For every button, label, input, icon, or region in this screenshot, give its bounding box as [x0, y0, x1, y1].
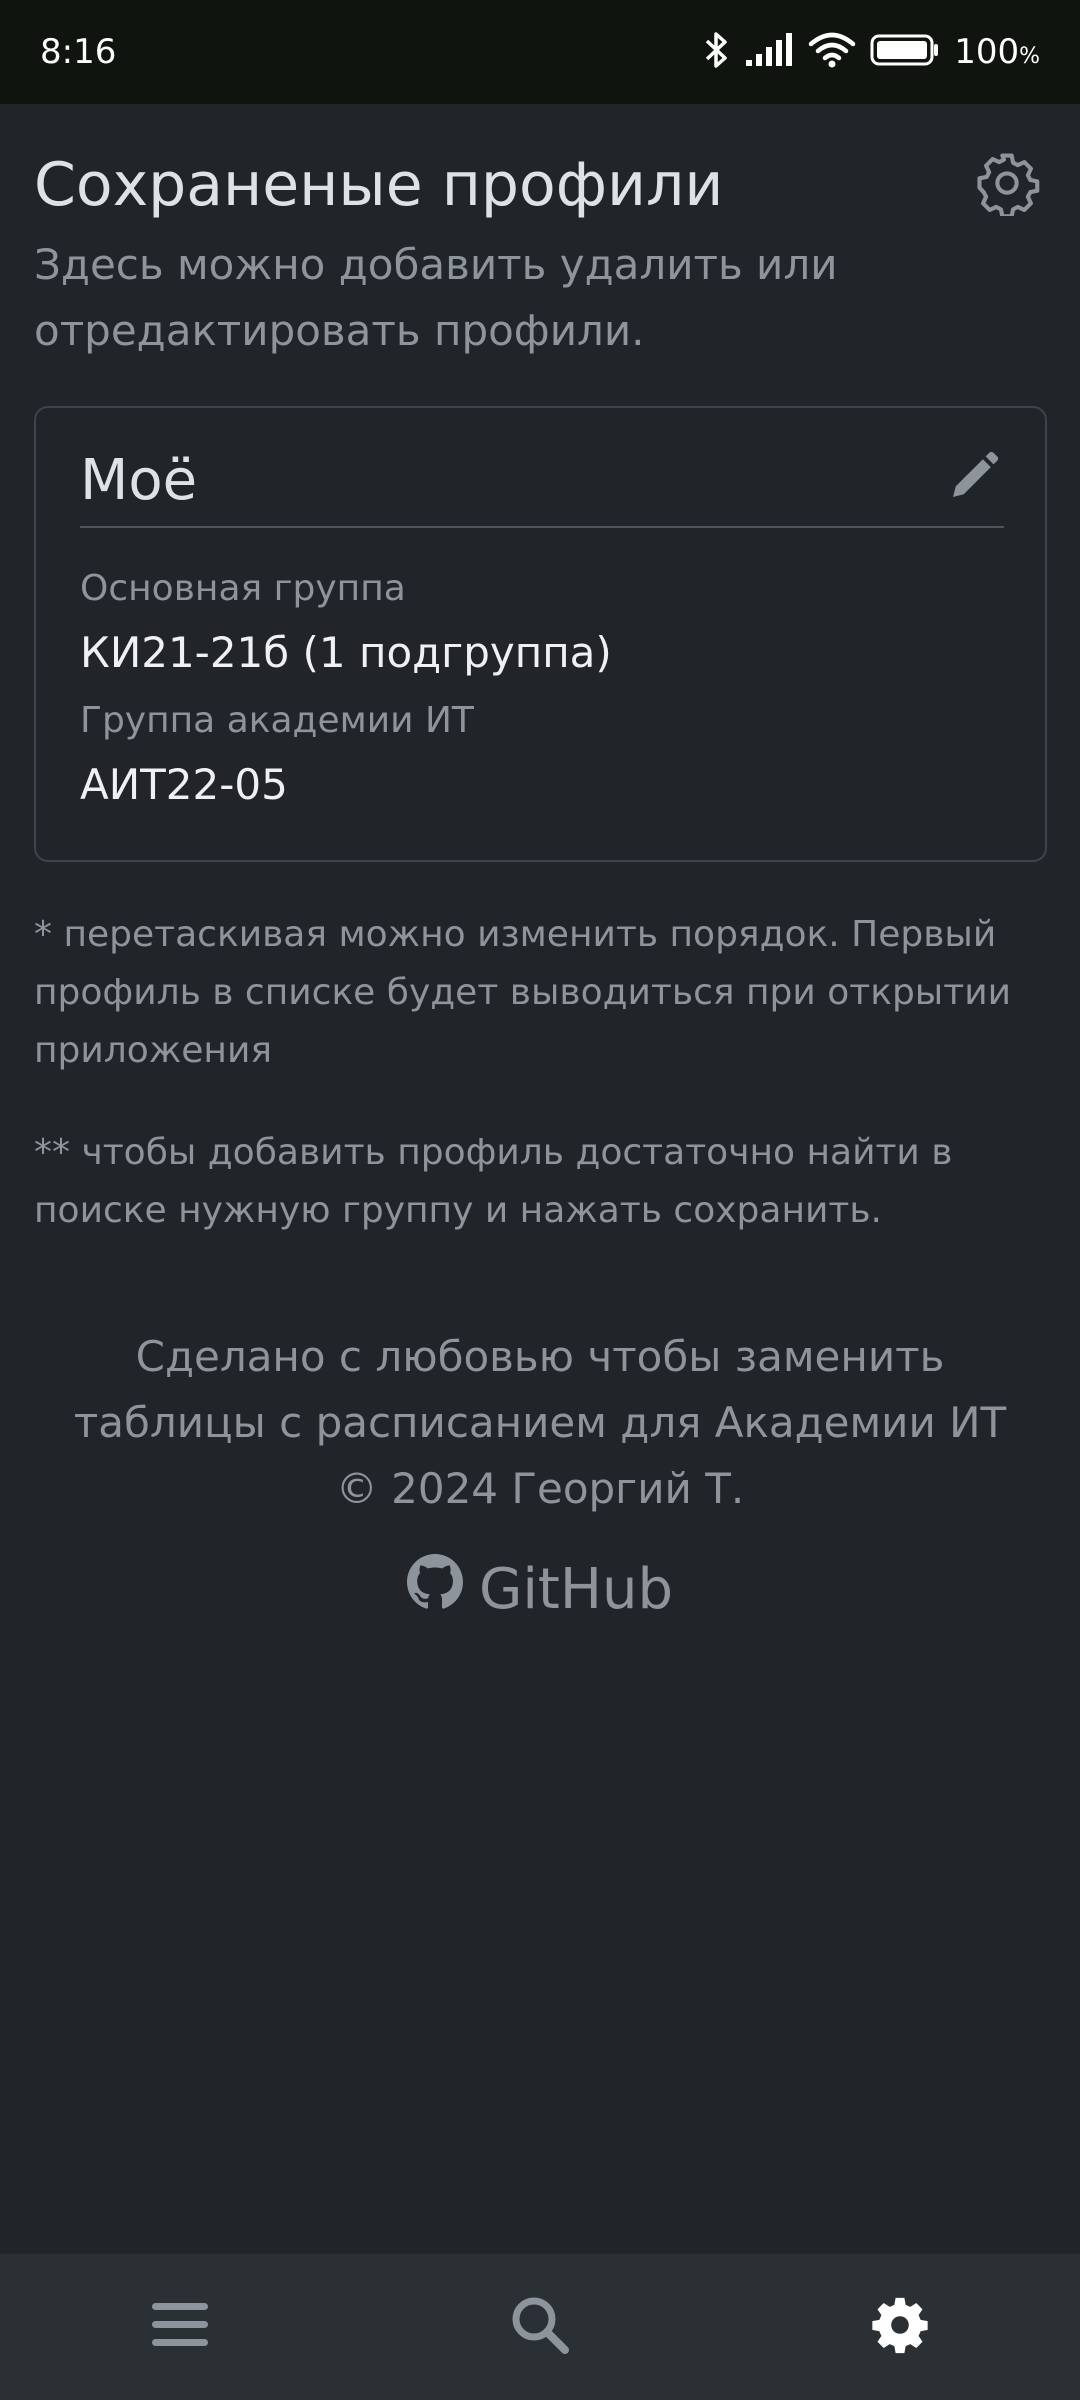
signal-icon [744, 32, 794, 72]
bluetooth-icon [704, 30, 730, 74]
main-group-value: КИ21-21б (1 подгруппа) [80, 628, 612, 677]
main-group-label: Основная группа [80, 568, 406, 609]
academy-group-label: Группа академии ИТ [80, 700, 474, 741]
status-time: 8:16 [40, 32, 117, 72]
github-label: GitHub [478, 1556, 674, 1622]
page-subtitle: Здесь можно добавить удалить или отредак… [34, 240, 838, 355]
gear-outline-icon [974, 150, 1040, 220]
footer-credits: Сделано с любовью чтобы заменить таблицы… [60, 1324, 1020, 1522]
profile-card-header: Моё [80, 448, 1004, 528]
footer-copyright: © 2024 Георгий Т. [335, 1464, 745, 1513]
nav-menu[interactable] [120, 2254, 240, 2400]
status-bar: 8:16 100% [0, 0, 1080, 104]
reorder-note: * перетаскивая можно изменить порядок. П… [34, 914, 1011, 1071]
nav-settings[interactable] [840, 2254, 960, 2400]
battery-percent: 100% [954, 32, 1040, 72]
page-title: Сохраненые профили [34, 150, 724, 220]
status-icons: 100% [704, 30, 1040, 74]
bottom-navigation [0, 2254, 1080, 2400]
settings-button[interactable] [974, 150, 1040, 220]
github-link[interactable]: GitHub [0, 1554, 1080, 1624]
footer-text: Сделано с любовью чтобы заменить таблицы… [73, 1332, 1007, 1447]
edit-profile-button[interactable] [944, 448, 1004, 508]
battery-icon [870, 32, 940, 72]
menu-icon [150, 2299, 210, 2355]
pencil-icon [946, 448, 1002, 508]
gear-icon [869, 2294, 931, 2360]
add-profile-note: ** чтобы добавить профиль достаточно най… [34, 1132, 953, 1231]
saved-profiles-page: Сохраненые профили Здесь можно добавить … [0, 104, 1080, 2254]
search-icon [509, 2294, 571, 2360]
profile-card[interactable]: Моё Основная группа КИ21-21б (1 подгрупп… [34, 406, 1047, 862]
profile-name: Моё [80, 448, 198, 513]
nav-search[interactable] [480, 2254, 600, 2400]
github-icon [406, 1554, 463, 1624]
wifi-icon [808, 32, 856, 72]
academy-group-value: АИТ22-05 [80, 760, 288, 809]
